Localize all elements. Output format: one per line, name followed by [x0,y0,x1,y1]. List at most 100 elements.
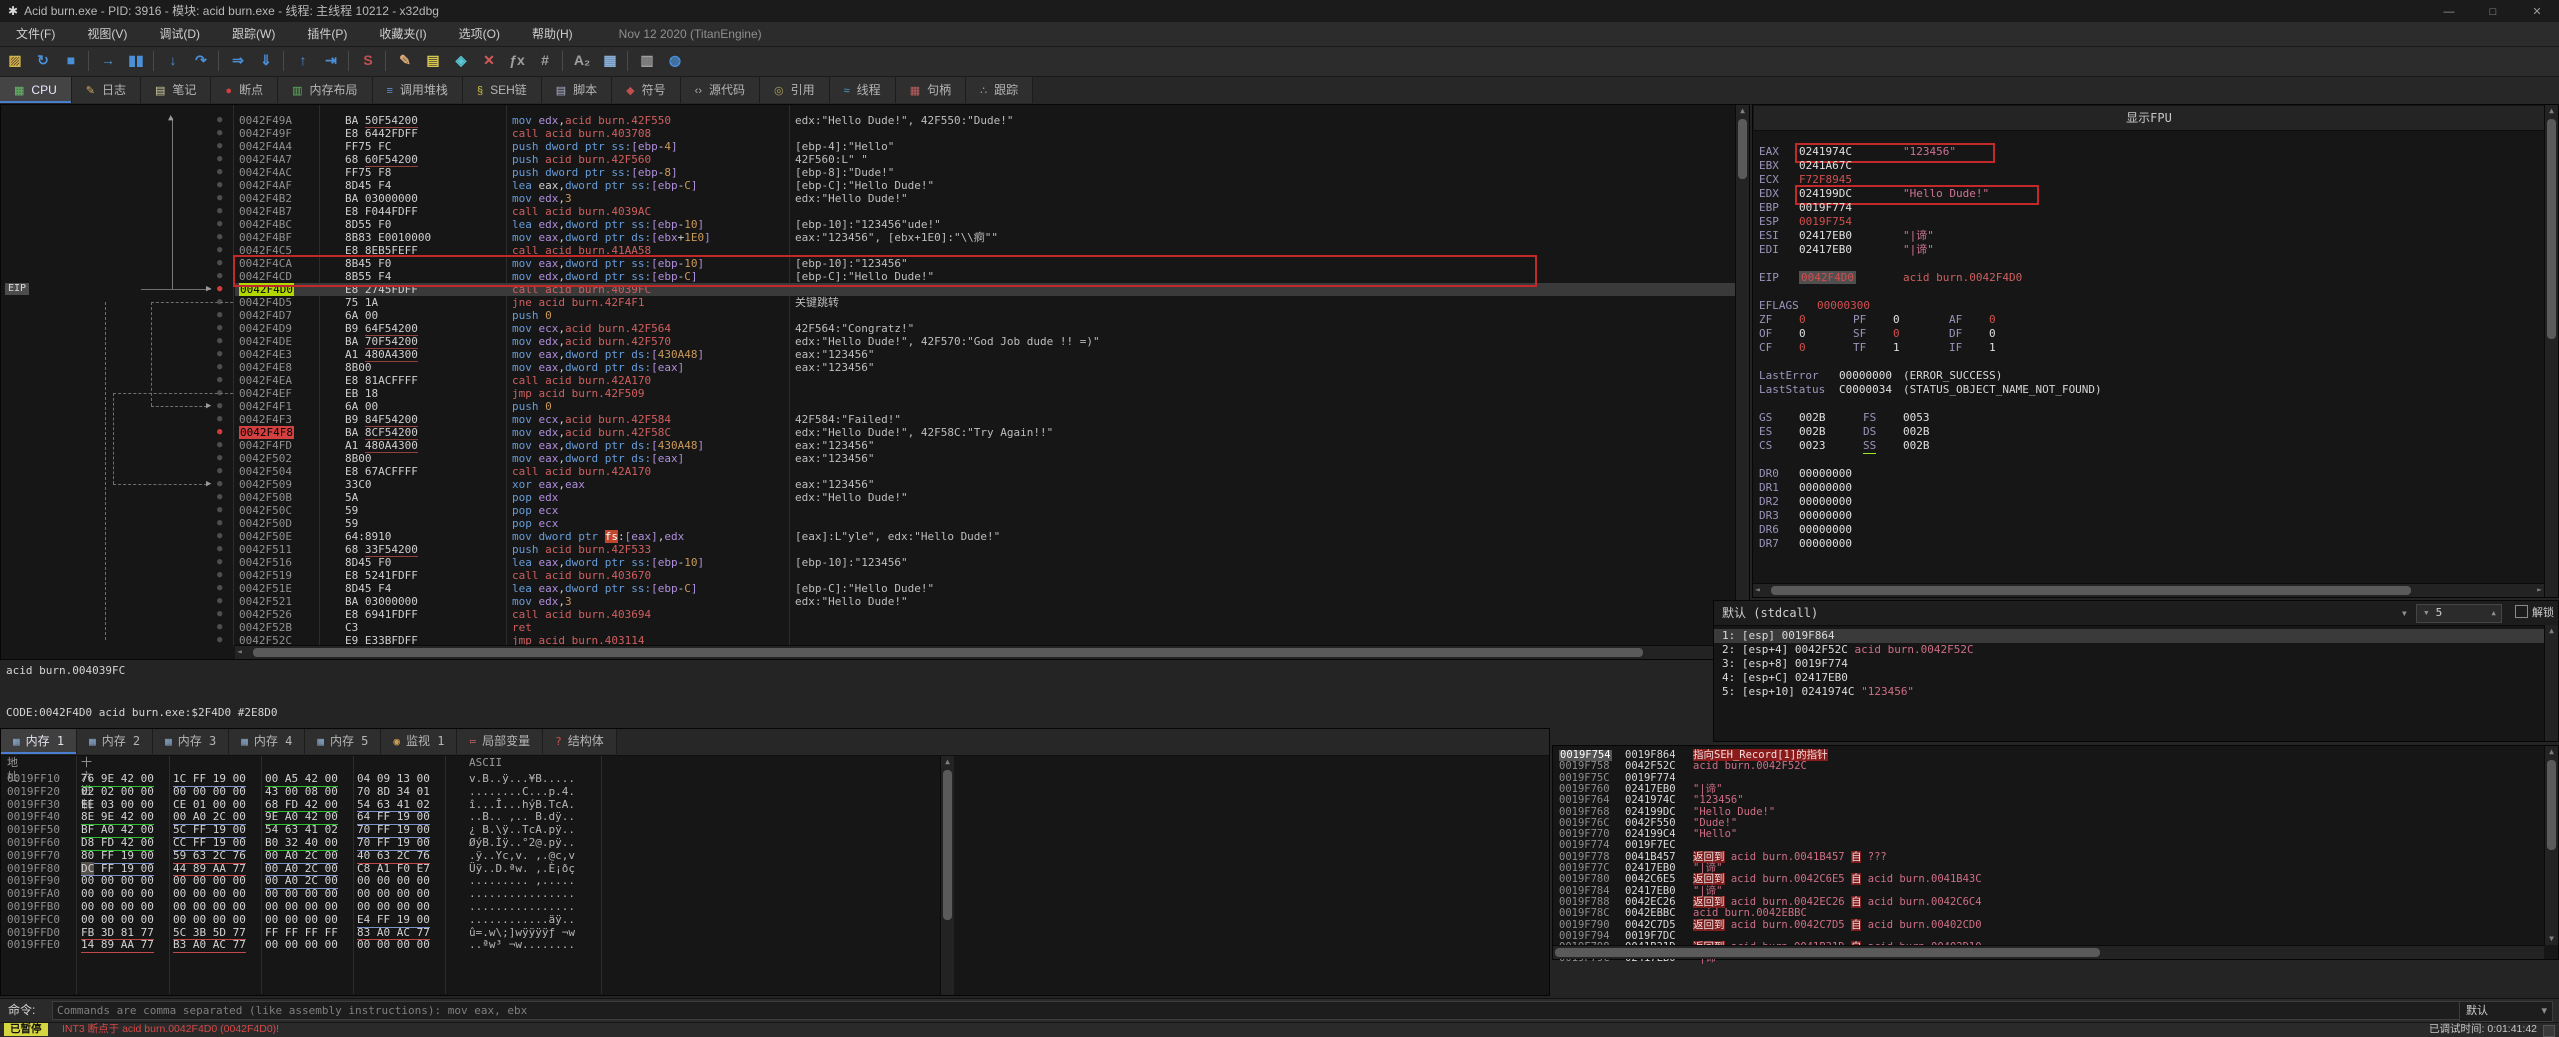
asm-row[interactable]: ● 0042F4BC 8D55 F0 lea edx,dword ptr ss:[eb… [1,218,1736,231]
dump-tab-内存 1[interactable]: ▦ 内存 1 [1,729,78,754]
stack-v-scrollbar[interactable]: ▲ ▼ [2544,746,2558,945]
asm-row[interactable]: ● 0042F4A4 FF75 FC push dword ptr ss:[ebp-4… [1,140,1736,153]
breakpoint-dot[interactable]: ● [217,153,227,166]
breakpoint-dot[interactable]: ● [217,465,227,478]
asm-row[interactable]: ● 0042F521 BA 03000000 mov edx,3 edx:"Hello … [1,595,1736,608]
register-row[interactable]: CF 0 TF 1 IF 1 [1753,341,2533,355]
trace-over-icon[interactable]: ⇓ [253,48,279,74]
register-row[interactable]: DR1 00000000 [1753,481,2533,495]
tab-脚本[interactable]: ▤ 脚本 [541,77,613,103]
breakpoint-dot[interactable]: ● [217,218,227,231]
tab-笔记[interactable]: ▤ 笔记 [140,77,212,103]
disassembly-pane[interactable]: ● 0042F49A BA 50F54200 mov edx,acid burn.42… [0,104,1750,660]
arguments-pane[interactable]: 默认 (stdcall) ▾ ▾ 5 ▴ 解锁 1: [esp] 0019F864… [1713,600,2559,742]
menu-跟踪(W)[interactable]: 跟踪(W) [216,22,291,46]
asm-row[interactable]: ● 0042F4E3 A1 480A4300 mov eax,dword ptr ds… [1,348,1736,362]
globe-icon[interactable]: ◍ [662,48,688,74]
breakpoint-dot[interactable]: ● [217,179,227,192]
asm-row[interactable]: ● 0042F4DE BA 70F54200 mov edx,acid burn.42… [1,335,1736,349]
breakpoint-dot[interactable]: ● [217,244,227,257]
tab-SEH链[interactable]: § SEH链 [462,77,542,103]
asm-row[interactable]: ● 0042F526 E8 6941FDFF call acid burn.40369… [1,608,1736,621]
stop-icon[interactable]: ■ [58,48,84,74]
register-row[interactable]: GS 002B FS 0053 [1753,411,2533,425]
dump-v-scrollbar[interactable]: ▲ [940,756,954,995]
breakpoint-dot[interactable]: ● [217,192,227,205]
argument-row[interactable]: 2: [esp+4] 0042F52C acid burn.0042F52C [1714,643,2544,657]
dump-tab-监视 1[interactable]: ◉ 监视 1 [381,729,458,754]
maximize-button[interactable]: □ [2471,1,2515,23]
asm-row[interactable]: ● 0042F504 E8 67ACFFFF call acid burn.42A17… [1,465,1736,478]
stack-row[interactable]: 0019F770 024199C4 "Hello" [1553,828,2543,840]
tab-句柄[interactable]: ▦ 句柄 [895,77,967,103]
breakpoint-dot[interactable]: ● [217,504,227,517]
register-row[interactable]: DR7 00000000 [1753,537,2533,551]
asm-row[interactable]: ● 0042F50C 59 pop ecx [1,504,1736,517]
register-row[interactable]: ZF 0 PF 0 AF 0 [1753,313,2533,327]
command-input[interactable] [52,1001,2470,1020]
label-icon[interactable]: ◈ [448,48,474,74]
memory-dump-pane[interactable]: ▦ 内存 1 ▦ 内存 2 ▦ 内存 3 ▦ 内存 4 ▦ 内存 5 ◉ 监视 1 ≔ 局部变量? 结构体 … [0,728,1550,996]
asm-row[interactable]: ● 0042F511 68 33F54200 push acid burn.42F53… [1,543,1736,557]
restart-icon[interactable]: ↻ [30,48,56,74]
tab-跟踪[interactable]: ∴ 跟踪 [966,77,1034,103]
run-icon[interactable]: → [95,48,121,74]
registers-h-scrollbar[interactable]: ◄ ► [1753,583,2544,597]
register-row[interactable]: ESP 0019F754 [1753,215,2533,229]
comment-icon[interactable]: ▤ [420,48,446,74]
tab-断点[interactable]: ● 断点 [211,77,279,103]
breakpoint-dot[interactable]: ● [217,127,227,140]
scylla-icon[interactable]: S [355,48,381,74]
step-over-icon[interactable]: ↷ [188,48,214,74]
breakpoint-dot[interactable]: ● [217,491,227,504]
memmap-icon[interactable]: ▥ [634,48,660,74]
breakpoint-dot[interactable]: ● [217,231,227,244]
erase-icon[interactable]: ✕ [476,48,502,74]
show-fpu-button[interactable]: 显示FPU [1754,106,2544,131]
breakpoint-dot[interactable]: ● [217,114,227,127]
run-user-code-icon[interactable]: ⇥ [318,48,344,74]
argument-row[interactable]: 5: [esp+10] 0241974C "123456" [1714,685,2544,699]
register-row[interactable]: EDX 024199DC "Hello Dude!" [1753,185,2533,205]
disasm-h-scrollbar[interactable]: ◄ ► [235,645,1735,659]
register-row[interactable]: DR6 00000000 [1753,523,2533,537]
dump-tab-内存 5[interactable]: ▦ 内存 5 [305,729,382,754]
asm-row[interactable]: ● 0042F4FD A1 480A4300 mov eax,dword ptr ds… [1,439,1736,453]
tab-线程[interactable]: ≈ 线程 [829,77,896,103]
breakpoint-dot[interactable]: ● [217,439,227,452]
calling-convention-select[interactable]: 默认 (stdcall) [1722,606,1818,620]
breakpoint-dot[interactable]: ● [217,413,227,426]
asm-row[interactable]: ● 0042F4EA E8 81ACFFFF call acid burn.42A17… [1,374,1736,387]
asm-row[interactable]: ● 0042F50B 5A pop edx edx:"Hello Dude!" [1,491,1736,504]
breakpoint-dot[interactable]: ● [217,348,227,361]
breakpoint-dot[interactable]: ● [217,257,227,270]
registers-pane[interactable]: 显示FPU EAX 0241974C "123456" EBX 0241A67C ECX F… [1752,104,2559,598]
asm-row[interactable]: ● 0042F50E 64:8910 mov dword ptr fs:[eax],e… [1,530,1736,543]
asm-row[interactable]: ● 0042F49F E8 6442FDFF call acid burn.40370… [1,127,1736,140]
breakpoint-dot[interactable]: ● [217,426,227,439]
breakpoint-dot[interactable]: ● [217,634,227,647]
dump-tab-结构体[interactable]: ? 结构体 [543,729,617,754]
tab-源代码[interactable]: ‹› 源代码 [680,77,760,103]
dump-tab-内存 4[interactable]: ▦ 内存 4 [229,729,306,754]
register-row[interactable]: ES 002B DS 002B [1753,425,2533,439]
asm-row[interactable]: ● 0042F52B C3 ret [1,621,1736,634]
register-row[interactable]: DR2 00000000 [1753,495,2533,509]
register-row[interactable]: EBX 0241A67C [1753,159,2533,173]
register-row[interactable]: EIP 0042F4D0 acid burn.0042F4D0 [1753,271,2533,285]
tab-调用堆栈[interactable]: ≡ 调用堆栈 [372,77,463,103]
asm-row[interactable]: ● 0042F4E8 8B00 mov eax,dword ptr ds:[eax] e… [1,361,1736,374]
breakpoint-dot[interactable]: ● [217,543,227,556]
unlock-checkbox[interactable]: 解锁 [2515,605,2554,621]
asm-row[interactable]: ● 0042F519 E8 5241FDFF call acid burn.40367… [1,569,1736,582]
asm-row[interactable]: ● 0042F49A BA 50F54200 mov edx,acid burn.42… [1,114,1736,128]
breakpoint-dot[interactable]: ● [217,530,227,543]
asm-row[interactable]: ● 0042F4EF EB 18 jmp acid burn.42F509 [1,387,1736,400]
asm-row[interactable]: ● 0042F4B7 E8 F044FDFF call acid burn.4039A… [1,205,1736,218]
disasm-v-scrollbar[interactable]: ▲ [1735,105,1749,659]
asm-row[interactable]: ● 0042F4D5 75 1A jne acid burn.42F4F1 关键跳转 [1,296,1736,309]
argument-count-spinner[interactable]: ▾ 5 ▴ [2416,604,2502,623]
patch-icon[interactable]: ✎ [392,48,418,74]
asm-row[interactable]: ● 0042F516 8D45 F0 lea eax,dword ptr ss:[eb… [1,556,1736,569]
register-row[interactable]: EBP 0019F774 [1753,201,2533,215]
